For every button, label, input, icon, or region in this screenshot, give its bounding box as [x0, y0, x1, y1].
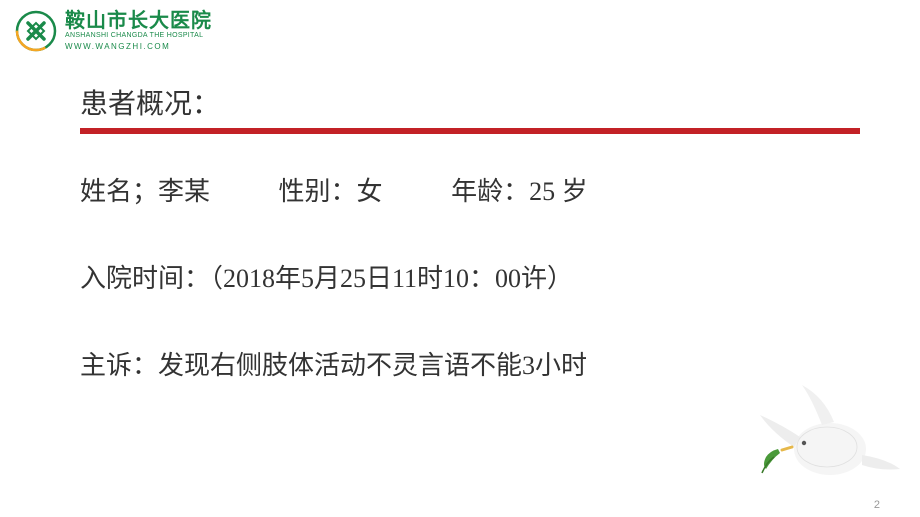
patient-age: 年龄：25 岁	[451, 172, 588, 211]
name-label: 姓名；	[80, 177, 158, 206]
patient-basic-info: 姓名；李某 性别：女 年龄：25 岁	[80, 172, 860, 211]
section-title: 患者概况：	[80, 82, 860, 122]
dove-icon	[752, 377, 902, 507]
name-value: 李某	[158, 177, 210, 206]
admission-label: 入院时间：	[80, 264, 210, 293]
chief-complaint: 主诉：发现右侧肢体活动不灵言语不能3小时	[80, 346, 860, 385]
hospital-name-cn: 鞍山市长大医院	[65, 10, 212, 32]
content-area: 患者概况： 姓名；李某 性别：女 年龄：25 岁 入院时间：（2018年5月25…	[80, 82, 860, 433]
hospital-logo-block: 鞍山市长大医院 ANSHANSHI CHANGDA THE HOSPITAL W…	[15, 10, 212, 52]
divider-red	[80, 128, 860, 134]
age-value: 25 岁	[529, 177, 588, 206]
patient-sex: 性别：女	[279, 172, 383, 211]
age-label: 年龄：	[451, 177, 529, 206]
sex-value: 女	[357, 177, 383, 206]
hospital-logo-text: 鞍山市长大医院 ANSHANSHI CHANGDA THE HOSPITAL W…	[65, 10, 212, 52]
admission-value: （2018年5月25日11时10：00许）	[210, 264, 573, 293]
page-number: 2	[874, 499, 880, 511]
admission-time: 入院时间：（2018年5月25日11时10：00许）	[80, 259, 860, 298]
sex-label: 性别：	[279, 177, 357, 206]
hospital-name-en: ANSHANSHI CHANGDA THE HOSPITAL	[65, 32, 212, 40]
patient-name: 姓名；李某	[80, 172, 210, 211]
complaint-value: 发现右侧肢体活动不灵言语不能3小时	[158, 351, 587, 380]
hospital-logo-icon	[15, 10, 57, 52]
complaint-label: 主诉：	[80, 351, 158, 380]
hospital-url: WWW.WANGZHI.COM	[65, 41, 212, 52]
